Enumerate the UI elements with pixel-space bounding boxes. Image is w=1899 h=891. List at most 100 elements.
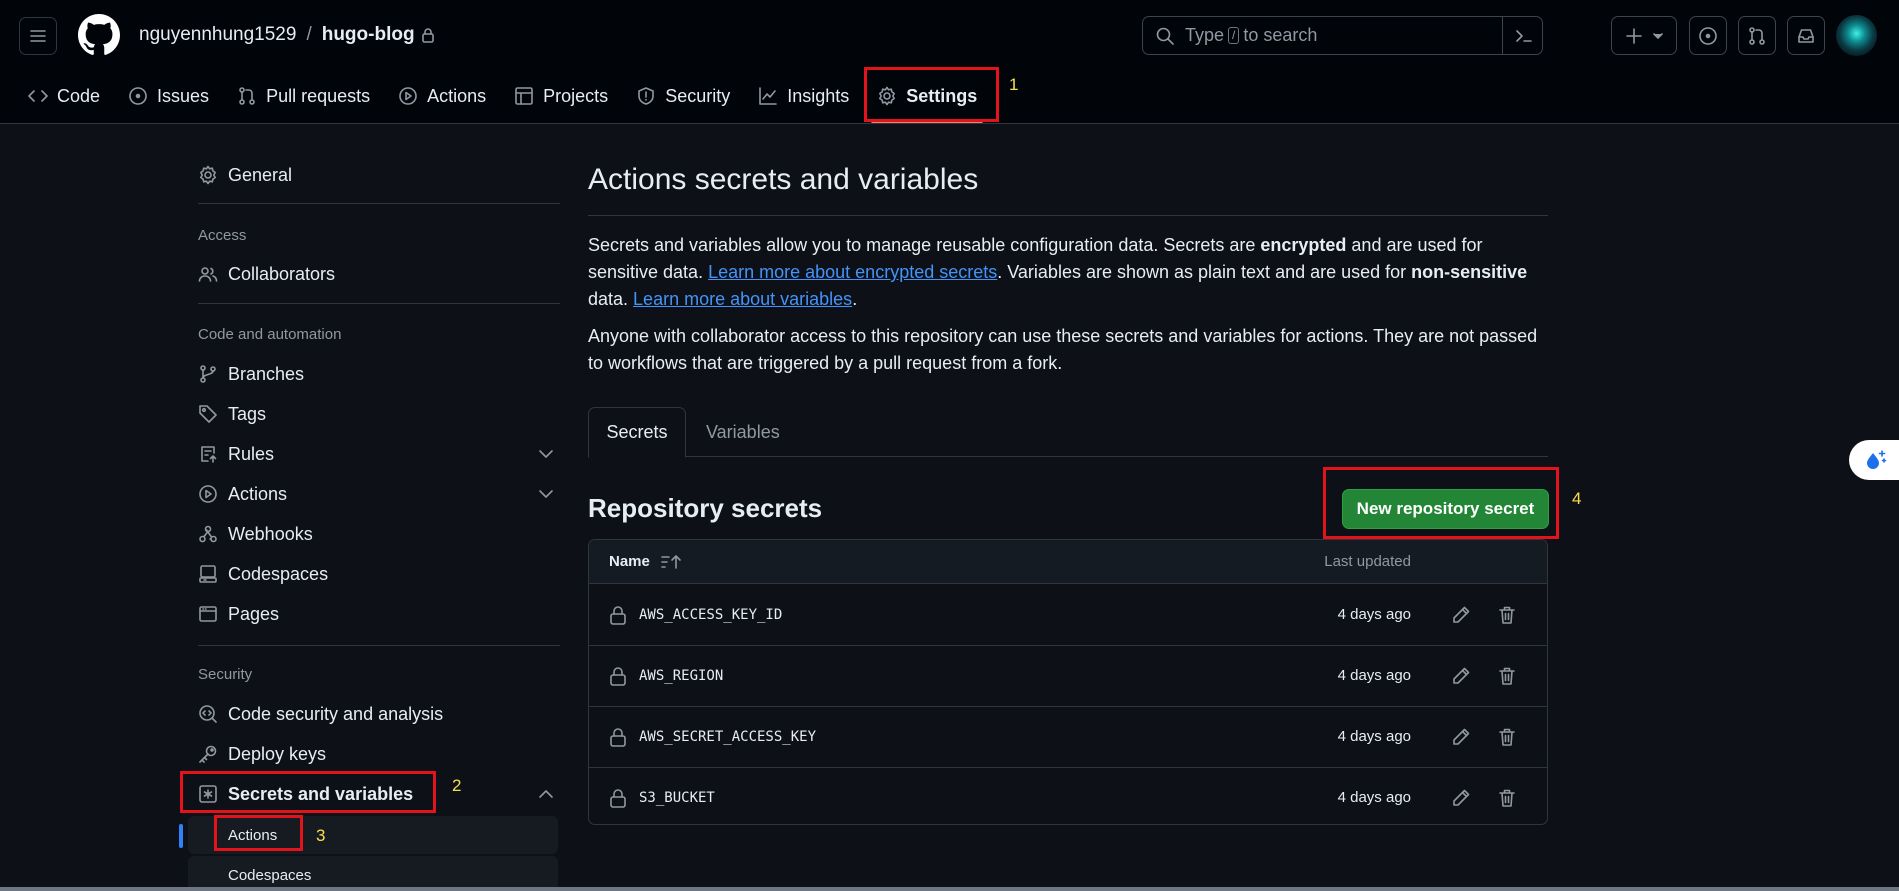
webhook-icon <box>198 524 218 544</box>
trash-icon[interactable] <box>1498 727 1516 747</box>
column-name-header[interactable]: Name <box>609 553 682 570</box>
secret-updated: 4 days ago <box>1337 789 1411 806</box>
search-shortcut-key: / <box>1228 27 1240 44</box>
sidebar-item-collaborators[interactable]: Collaborators <box>198 257 570 291</box>
secret-updated: 4 days ago <box>1337 667 1411 684</box>
pull-request-icon <box>237 86 257 106</box>
lock-icon <box>609 605 627 625</box>
pencil-icon[interactable] <box>1451 605 1471 625</box>
sidebar-item-deploy-keys[interactable]: Deploy keys <box>198 737 570 771</box>
tab-code[interactable]: Code <box>14 75 114 117</box>
pull-requests-button[interactable] <box>1738 16 1776 55</box>
trash-icon[interactable] <box>1498 788 1516 808</box>
access-note-paragraph: Anyone with collaborator access to this … <box>588 326 1538 373</box>
sidebar-item-general[interactable]: General <box>198 158 570 192</box>
window-bottom-edge <box>0 887 1899 891</box>
tab-variables[interactable]: Variables <box>706 407 780 458</box>
active-marker <box>179 824 183 848</box>
annotation-number-2: 2 <box>452 776 462 795</box>
codescan-icon <box>198 704 218 724</box>
chevron-down-icon[interactable] <box>538 489 558 499</box>
tab-pull-requests[interactable]: Pull requests <box>223 75 384 117</box>
repo-owner-link[interactable]: nguyennhung1529 <box>139 24 296 46</box>
sidebar-item-codespaces[interactable]: Codespaces <box>198 557 570 591</box>
menu-button[interactable] <box>19 17 57 55</box>
floating-extension-button[interactable] <box>1849 440 1899 480</box>
annotation-box-4 <box>1323 467 1559 539</box>
sidebar-heading-code-automation: Code and automation <box>198 326 342 343</box>
plus-icon <box>1625 27 1643 45</box>
tab-security[interactable]: Security <box>622 75 744 117</box>
sidebar-item-branches[interactable]: Branches <box>198 357 570 391</box>
chevron-down-icon[interactable] <box>538 449 558 459</box>
issues-button[interactable] <box>1689 16 1727 55</box>
secrets-variables-tabs: Secrets Variables <box>588 407 1548 458</box>
search-input[interactable]: Type / to search <box>1142 16 1543 55</box>
column-updated-header: Last updated <box>1324 553 1411 570</box>
command-palette-button[interactable] <box>1502 16 1542 55</box>
rules-icon <box>198 444 218 464</box>
sort-icon <box>660 554 682 570</box>
pull-request-icon <box>1747 26 1767 46</box>
secret-name: AWS_ACCESS_KEY_ID <box>639 607 783 623</box>
search-suffix: to search <box>1243 25 1318 45</box>
shield-icon <box>636 86 656 106</box>
browser-icon <box>198 604 218 624</box>
learn-more-secrets-link[interactable]: Learn more about encrypted secrets <box>708 262 997 282</box>
title-divider <box>588 215 1548 216</box>
breadcrumb-separator: / <box>306 24 312 45</box>
annotation-number-3: 3 <box>316 826 326 845</box>
inbox-button[interactable] <box>1787 16 1825 55</box>
sidebar-item-webhooks[interactable]: Webhooks <box>198 517 570 551</box>
sidebar-item-code-security[interactable]: Code security and analysis <box>198 697 570 731</box>
table-row: S3_BUCKET 4 days ago <box>589 768 1547 824</box>
search-icon <box>1155 26 1175 46</box>
issue-icon <box>128 86 148 106</box>
trash-icon[interactable] <box>1498 605 1516 625</box>
secret-updated: 4 days ago <box>1337 606 1411 623</box>
sidebar-item-pages[interactable]: Pages <box>198 597 570 631</box>
sidebar-heading-security: Security <box>198 666 253 683</box>
trash-icon[interactable] <box>1498 666 1516 686</box>
secret-name: S3_BUCKET <box>639 790 715 806</box>
lock-icon <box>609 788 627 808</box>
terminal-icon <box>1514 27 1534 45</box>
search-prefix: Type <box>1185 25 1225 45</box>
tab-actions[interactable]: Actions <box>384 75 500 117</box>
pencil-icon[interactable] <box>1451 727 1471 747</box>
repository-secrets-heading: Repository secrets <box>588 493 823 523</box>
annotation-box-3 <box>214 815 303 851</box>
tab-insights[interactable]: Insights <box>744 75 863 117</box>
sidebar-item-actions[interactable]: Actions <box>198 477 570 511</box>
gear-icon <box>198 165 218 185</box>
secret-name: AWS_SECRET_ACCESS_KEY <box>639 729 817 745</box>
breadcrumb: nguyennhung1529 / hugo-blog <box>139 24 435 46</box>
secret-name: AWS_REGION <box>639 668 724 684</box>
secret-updated: 4 days ago <box>1337 728 1411 745</box>
chevron-up-icon[interactable] <box>538 789 558 799</box>
learn-more-variables-link[interactable]: Learn more about variables <box>633 289 852 309</box>
table-row: AWS_ACCESS_KEY_ID 4 days ago <box>589 585 1547 646</box>
codespaces-icon <box>198 564 218 584</box>
pencil-icon[interactable] <box>1451 788 1471 808</box>
sidebar-item-rules[interactable]: Rules <box>198 437 570 471</box>
sidebar-subitem-codespaces[interactable]: Codespaces <box>188 856 558 891</box>
sidebar-item-tags[interactable]: Tags <box>198 397 570 431</box>
github-logo[interactable] <box>78 14 120 56</box>
graph-icon <box>758 86 778 106</box>
tab-issues[interactable]: Issues <box>114 75 223 117</box>
table-row: AWS_REGION 4 days ago <box>589 646 1547 707</box>
user-avatar[interactable] <box>1836 15 1877 56</box>
create-new-button[interactable] <box>1611 16 1677 55</box>
page-title: Actions secrets and variables <box>588 163 979 196</box>
tab-projects[interactable]: Projects <box>500 75 622 117</box>
table-row: AWS_SECRET_ACCESS_KEY 4 days ago <box>589 707 1547 768</box>
caret-down-icon <box>1653 32 1663 39</box>
repo-name-link[interactable]: hugo-blog <box>322 24 415 46</box>
sidebar-heading-access: Access <box>198 227 247 244</box>
annotation-box-1 <box>864 67 999 122</box>
tab-secrets[interactable]: Secrets <box>588 407 686 458</box>
repo-nav-tabs: Code Issues Pull requests Actions Projec… <box>0 75 991 123</box>
sidebar-divider <box>198 203 560 204</box>
pencil-icon[interactable] <box>1451 666 1471 686</box>
